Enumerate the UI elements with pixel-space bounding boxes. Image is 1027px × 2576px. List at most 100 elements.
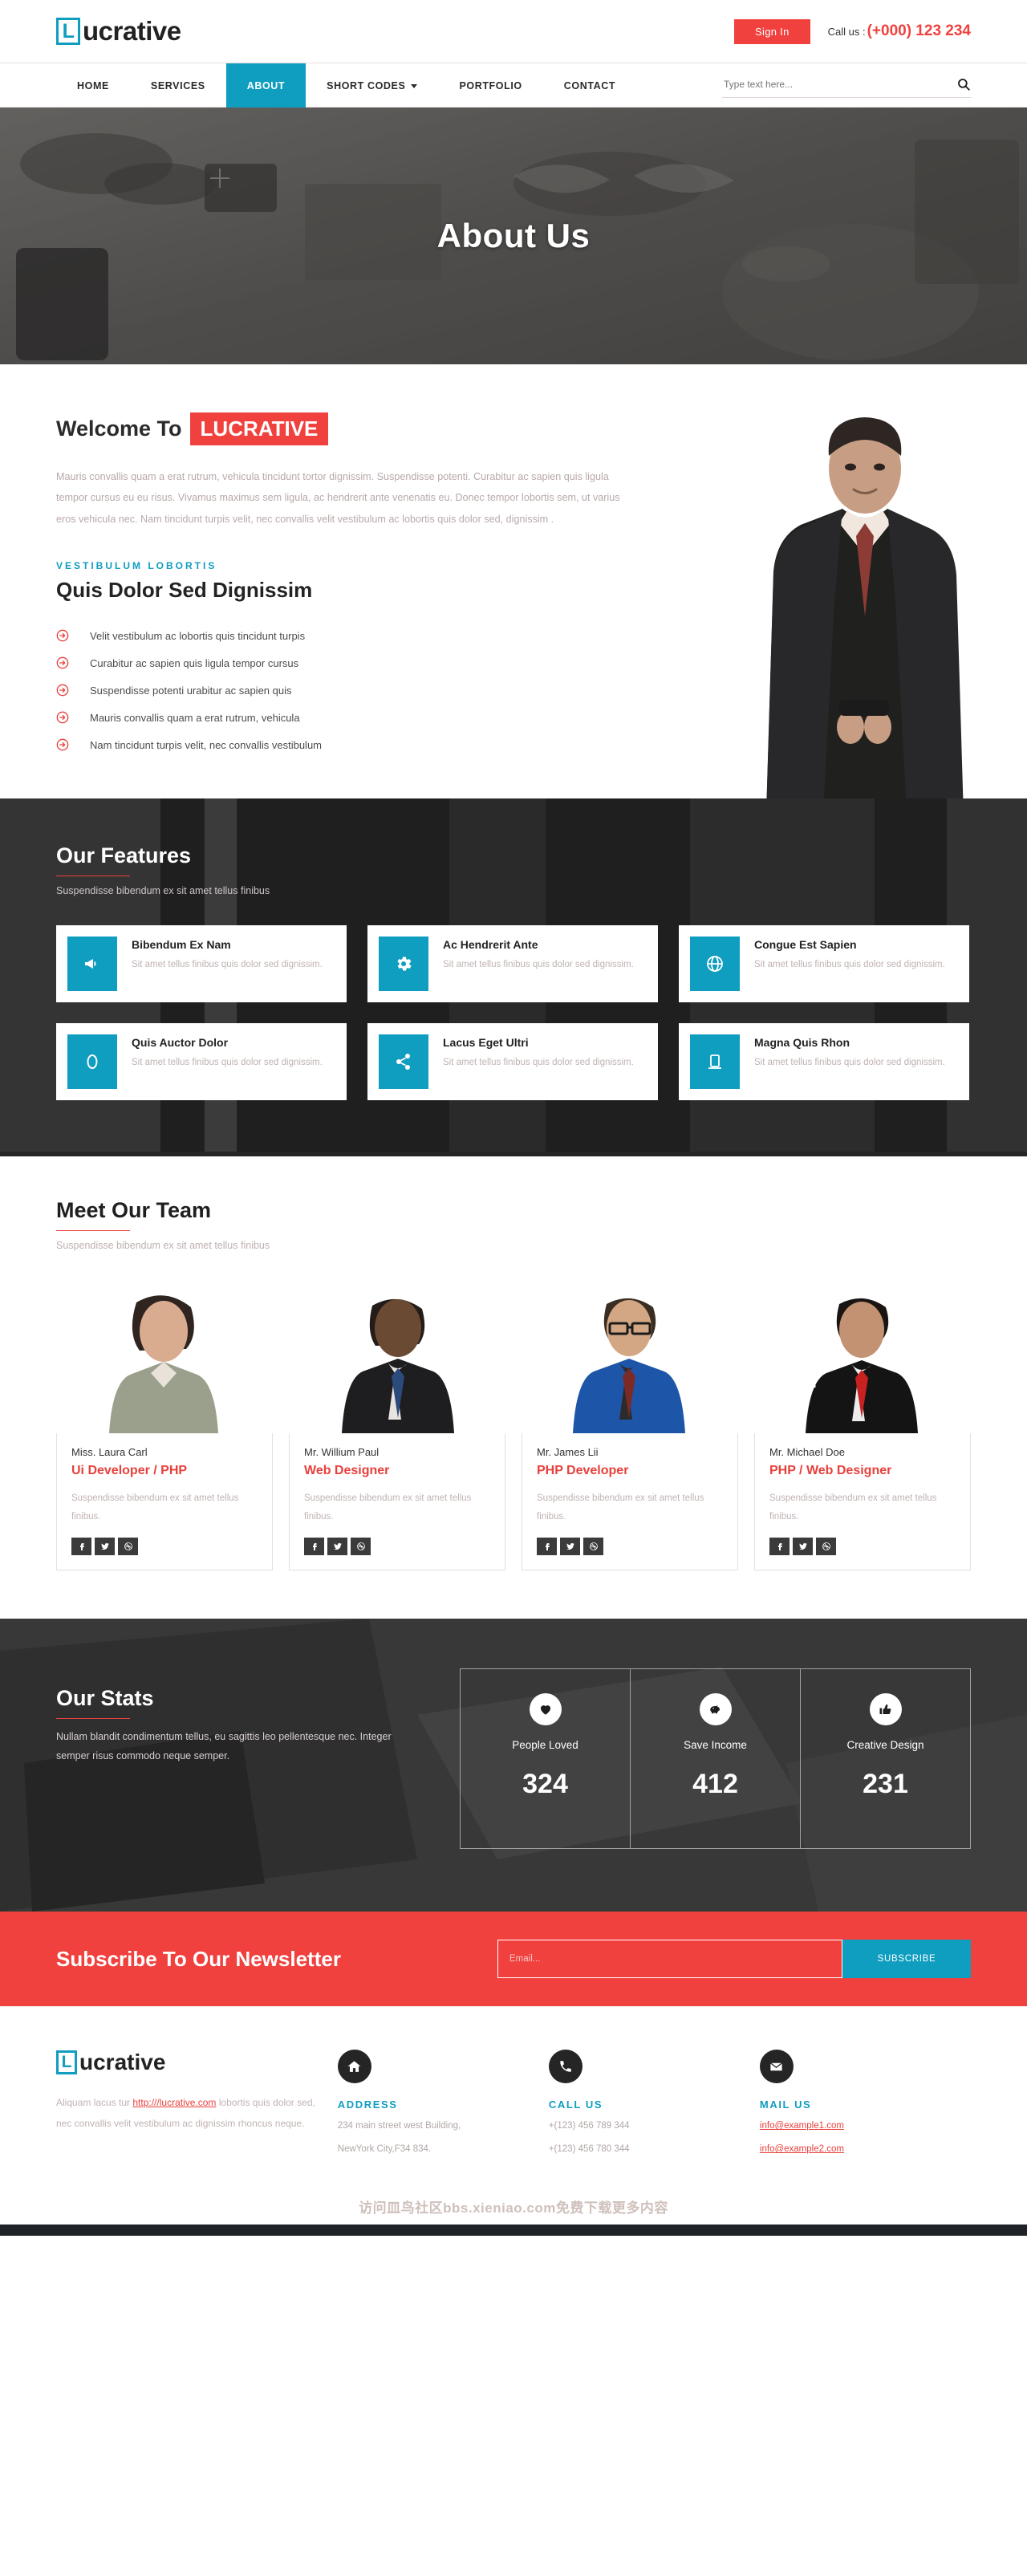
- nav-link-contact[interactable]: CONTACT: [543, 63, 636, 108]
- stats-section: Our Stats Nullam blandit condimentum tel…: [0, 1619, 1027, 1912]
- search-input[interactable]: [722, 74, 956, 94]
- team-member-socials: [769, 1538, 956, 1556]
- newsletter-section: Subscribe To Our Newsletter SUBSCRIBE: [0, 1912, 1027, 2007]
- nav-item-contact[interactable]: CONTACT: [543, 63, 636, 108]
- footer-address-heading: ADDRESS: [337, 2099, 398, 2111]
- feature-card-body: Ac Hendrerit Ante Sit amet tellus finibu…: [443, 937, 634, 991]
- top-bar-right: Sign In Call us : (+000) 123 234: [734, 18, 971, 44]
- twitter-icon[interactable]: [560, 1538, 580, 1556]
- site-logo[interactable]: Lucrative: [56, 16, 181, 47]
- facebook-icon[interactable]: [769, 1538, 790, 1556]
- features-section: Our Features Suspendisse bibendum ex sit…: [0, 798, 1027, 1157]
- globe-icon: [690, 937, 740, 992]
- footer-mail-link-2[interactable]: info@example2.com: [760, 2144, 844, 2154]
- nav-item-short-codes[interactable]: SHORT CODES: [306, 63, 438, 108]
- home-icon: [337, 2050, 371, 2084]
- footer-logo[interactable]: Lucrative: [56, 2050, 338, 2075]
- dribbble-icon[interactable]: [118, 1538, 138, 1556]
- facebook-icon[interactable]: [304, 1538, 324, 1556]
- feature-card[interactable]: Lacus Eget Ultri Sit amet tellus finibus…: [367, 1023, 658, 1101]
- team-member-info: Mr. Willium Paul Web Designer Suspendiss…: [289, 1433, 505, 1571]
- chevron-down-icon: [411, 83, 418, 88]
- welcome-heading: Welcome To LUCRATIVE: [56, 412, 650, 445]
- team-member-card[interactable]: Mr. Willium Paul Web Designer Suspendiss…: [289, 1285, 505, 1571]
- welcome-heading-highlight: LUCRATIVE: [189, 412, 329, 445]
- features-card-grid: Bibendum Ex Nam Sit amet tellus finibus …: [56, 925, 971, 1101]
- nav-item-portfolio[interactable]: PORTFOLIO: [438, 63, 542, 108]
- nav-item-services[interactable]: SERVICES: [130, 63, 226, 108]
- dribbble-icon[interactable]: [583, 1538, 603, 1556]
- footer-mail-heading: MAIL US: [759, 2099, 812, 2111]
- nav-link-home[interactable]: HOME: [56, 63, 130, 108]
- businessman-photo: [765, 417, 964, 839]
- twitter-icon[interactable]: [793, 1538, 813, 1556]
- feature-card-title: Ac Hendrerit Ante: [443, 938, 538, 952]
- stat-box: Save Income 412: [630, 1668, 801, 1850]
- nav-link-portfolio[interactable]: PORTFOLIO: [438, 63, 542, 108]
- list-item-label: Suspendisse potenti urabitur ac sapien q…: [90, 684, 292, 697]
- subscribe-button[interactable]: SUBSCRIBE: [842, 1940, 971, 1979]
- nav-link-services[interactable]: SERVICES: [130, 63, 226, 108]
- envelope-icon: [759, 2050, 794, 2084]
- team-member-name: Miss. Laura Carl: [71, 1446, 148, 1459]
- feature-card[interactable]: Congue Est Sapien Sit amet tellus finibu…: [679, 925, 969, 1003]
- list-item: Mauris convallis quam a erat rutrum, veh…: [56, 704, 650, 731]
- arrow-circle-right-icon: [56, 684, 69, 697]
- footer-section: Lucrative Aliquam lacus tur http:///lucr…: [0, 2006, 1027, 2190]
- call-us-block: Call us : (+000) 123 234: [828, 22, 971, 40]
- stats-text-block: Our Stats Nullam blandit condimentum tel…: [56, 1668, 441, 1766]
- bottom-bar: [0, 2224, 1027, 2236]
- stat-value: 231: [863, 1769, 908, 1800]
- footer-mail-link-1[interactable]: info@example1.com: [760, 2121, 844, 2131]
- piggy-bank-icon: [699, 1693, 732, 1726]
- stat-label: Save Income: [684, 1739, 747, 1752]
- stat-box: People Loved 324: [460, 1668, 631, 1850]
- nav-link-about[interactable]: ABOUT: [225, 63, 306, 108]
- facebook-icon[interactable]: [537, 1538, 557, 1556]
- newsletter-title: Subscribe To Our Newsletter: [56, 1946, 341, 1971]
- team-member-card[interactable]: Mr. James Lii PHP Developer Suspendisse …: [522, 1285, 738, 1571]
- laptop-icon: [690, 1034, 740, 1090]
- footer-logo-text: ucrative: [79, 2050, 166, 2075]
- team-member-name: Mr. James Lii: [537, 1446, 599, 1459]
- team-member-card[interactable]: Mr. Michael Doe PHP / Web Designer Suspe…: [754, 1285, 971, 1571]
- search-icon[interactable]: [956, 77, 971, 91]
- phone-number[interactable]: (+000) 123 234: [867, 22, 971, 39]
- footer-about-pre: Aliquam lacus tur: [56, 2097, 133, 2109]
- nav-link-short-codes[interactable]: SHORT CODES: [306, 63, 438, 108]
- stats-title-rule: [56, 1718, 130, 1720]
- team-member-info: Mr. Michael Doe PHP / Web Designer Suspe…: [754, 1433, 971, 1571]
- feature-card[interactable]: Quis Auctor Dolor Sit amet tellus finibu…: [56, 1023, 347, 1101]
- feature-card[interactable]: Magna Quis Rhon Sit amet tellus finibus …: [679, 1023, 969, 1101]
- dribbble-icon[interactable]: [351, 1538, 371, 1556]
- team-member-photo: [56, 1285, 273, 1434]
- footer-mail-column: MAIL US info@example1.com info@example2.…: [759, 2050, 971, 2157]
- footer-about-link[interactable]: http:///lucrative.com: [132, 2097, 216, 2108]
- logo-text: ucrative: [83, 16, 181, 46]
- team-section: Meet Our Team Suspendisse bibendum ex si…: [0, 1156, 1027, 1619]
- nav-item-about[interactable]: ABOUT: [225, 63, 306, 108]
- arrow-circle-right-icon: [56, 711, 69, 724]
- feature-card-text: Sit amet tellus finibus quis dolor sed d…: [754, 1058, 945, 1068]
- footer-mail-line-2: info@example2.com: [760, 2141, 971, 2157]
- megaphone-icon: [67, 937, 117, 992]
- footer-logo-box-letter: L: [56, 2050, 77, 2075]
- newsletter-email-input[interactable]: [497, 1940, 842, 1979]
- team-member-desc: Suspendisse bibendum ex sit amet tellus …: [769, 1493, 937, 1522]
- team-member-socials: [537, 1538, 723, 1556]
- facebook-icon[interactable]: [71, 1538, 91, 1556]
- feature-card-title: Congue Est Sapien: [754, 938, 857, 952]
- sign-in-button[interactable]: Sign In: [734, 18, 810, 44]
- twitter-icon[interactable]: [327, 1538, 347, 1556]
- team-member-card[interactable]: Miss. Laura Carl Ui Developer / PHP Susp…: [56, 1285, 273, 1571]
- feature-card[interactable]: Ac Hendrerit Ante Sit amet tellus finibu…: [367, 925, 658, 1003]
- dribbble-icon[interactable]: [816, 1538, 836, 1556]
- search-area: [722, 63, 971, 108]
- footer-call-line-2: +(123) 456 780 344: [548, 2144, 630, 2155]
- twitter-icon[interactable]: [95, 1538, 115, 1556]
- team-member-desc: Suspendisse bibendum ex sit amet tellus …: [71, 1493, 239, 1522]
- feature-card[interactable]: Bibendum Ex Nam Sit amet tellus finibus …: [56, 925, 347, 1003]
- nav-item-home[interactable]: HOME: [56, 63, 130, 108]
- feature-card-title: Magna Quis Rhon: [754, 1036, 850, 1050]
- list-item: Nam tincidunt turpis velit, nec convalli…: [56, 731, 650, 758]
